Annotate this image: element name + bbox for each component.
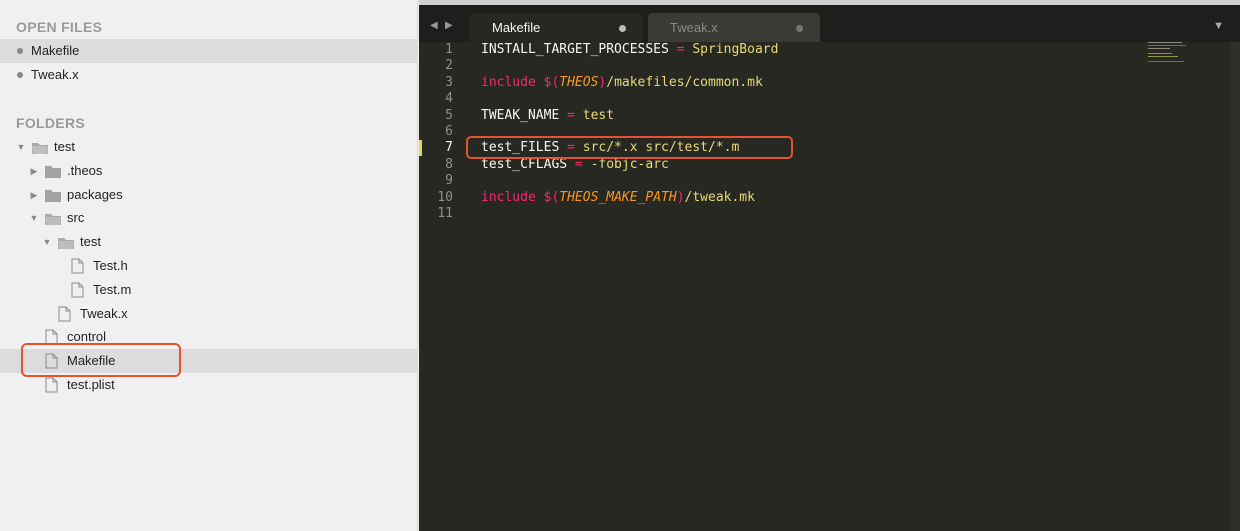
unsaved-dot-icon[interactable] — [619, 25, 626, 32]
disclosure-down-icon[interactable]: ▼ — [29, 206, 39, 230]
tree-file[interactable]: Test.h — [0, 254, 418, 278]
code-token: SpringBoard — [684, 42, 779, 57]
tab-bar: ◀ ▶ Makefile Tweak.x ▼ — [419, 5, 1240, 42]
line-number: 7 — [445, 140, 453, 156]
line-number: 1 — [445, 42, 453, 57]
open-file-label: Tweak.x — [31, 67, 79, 82]
code-token: THEOS — [559, 74, 599, 90]
scrollbar-track[interactable] — [1230, 42, 1240, 531]
code-token: include — [481, 74, 536, 90]
tree-item-label: test — [80, 234, 101, 250]
code-token: -fobjc-arc — [582, 156, 669, 172]
open-file-dot-icon — [17, 72, 23, 78]
tab-makefile[interactable]: Makefile — [470, 13, 642, 42]
line-number: 5 — [445, 107, 453, 123]
folders-heading: FOLDERS — [16, 115, 85, 131]
line-number: 6 — [445, 124, 453, 139]
tree-item-label: Test.m — [93, 281, 132, 297]
tree-folder[interactable]: ▶ packages — [0, 183, 418, 207]
line-number: 2 — [445, 58, 453, 74]
code-line[interactable]: TWEAK_NAME = test — [481, 108, 614, 124]
code-token: = — [676, 42, 685, 57]
tab-tweak-x[interactable]: Tweak.x — [648, 13, 820, 42]
line-number: 11 — [437, 206, 453, 221]
code-token: ) — [676, 189, 685, 205]
code-token: /makefiles/common.mk — [606, 74, 763, 90]
tree-folder[interactable]: ▼ test — [0, 135, 418, 159]
tree-item-label: test — [54, 139, 75, 154]
open-file-label: Makefile — [31, 43, 80, 58]
code-token: INSTALL_TARGET_PROCESSES — [481, 42, 677, 57]
minimap[interactable] — [1148, 42, 1188, 66]
code-line[interactable]: include $(THEOS_MAKE_PATH)/tweak.mk — [481, 190, 755, 206]
code-token: = — [574, 156, 583, 172]
code-line[interactable]: INSTALL_TARGET_PROCESSES = SpringBoard — [481, 42, 778, 58]
tree-file[interactable]: Test.m — [0, 278, 418, 302]
open-files-heading: OPEN FILES — [16, 19, 103, 35]
code-token: TWEAK_NAME — [481, 107, 568, 123]
tree-folder[interactable]: ▼ src — [0, 206, 418, 230]
code-token: include — [481, 189, 536, 205]
code-token: = — [567, 107, 575, 123]
line-number: 3 — [445, 74, 453, 90]
code-highlight-box — [466, 136, 793, 159]
tree-item-label: packages — [67, 186, 123, 202]
unsaved-dot-icon[interactable] — [796, 25, 803, 32]
line-number: 8 — [445, 156, 453, 172]
disclosure-down-icon[interactable]: ▼ — [16, 135, 26, 159]
open-file-dot-icon — [17, 48, 23, 54]
line-number: 4 — [445, 91, 453, 107]
line-number: 10 — [437, 189, 453, 205]
tree-item-label: Tweak.x — [80, 305, 128, 321]
code-line[interactable]: include $(THEOS)/makefiles/common.mk — [481, 75, 763, 91]
makefile-highlight-box — [21, 343, 181, 377]
file-icon — [45, 377, 58, 401]
code-token: /tweak.mk — [684, 189, 755, 205]
code-token: test — [574, 107, 615, 123]
tab-label: Tweak.x — [670, 20, 718, 35]
line-number: 9 — [445, 173, 453, 189]
chevron-right-icon[interactable]: ▶ — [445, 20, 453, 31]
tree-item-label: .theos — [67, 162, 103, 178]
tree-folder[interactable]: ▼ test — [0, 230, 418, 254]
tree-item-label: Test.h — [93, 258, 128, 273]
open-file-item[interactable]: Tweak.x — [0, 63, 418, 87]
tab-label: Makefile — [492, 20, 541, 35]
tree-folder[interactable]: ▶ .theos — [0, 159, 418, 183]
current-line-marker — [419, 140, 422, 157]
disclosure-down-icon[interactable]: ▼ — [42, 230, 52, 254]
disclosure-right-icon[interactable]: ▶ — [29, 183, 39, 207]
code-line[interactable]: test_CFLAGS = -fobjc-arc — [481, 157, 669, 173]
code-token: $( — [543, 189, 560, 205]
tree-file[interactable]: Tweak.x — [0, 302, 418, 326]
chevron-left-icon[interactable]: ◀ — [430, 20, 438, 31]
disclosure-right-icon[interactable]: ▶ — [29, 159, 39, 183]
code-token: THEOS_MAKE_PATH — [559, 189, 677, 205]
tree-item-label: src — [67, 210, 85, 226]
sidebar: OPEN FILES Makefile Tweak.x FOLDERS ▼ test… — [0, 0, 418, 531]
open-file-item[interactable]: Makefile — [0, 39, 418, 63]
code-token: $( — [543, 74, 560, 90]
editor-pane: ◀ ▶ Makefile Tweak.x ▼ 1 2 3 4 5 6 7 8 9 10 11 INS… — [419, 0, 1240, 531]
code-token: test_CFLAGS — [481, 156, 575, 172]
chevron-down-icon[interactable]: ▼ — [1213, 20, 1224, 32]
